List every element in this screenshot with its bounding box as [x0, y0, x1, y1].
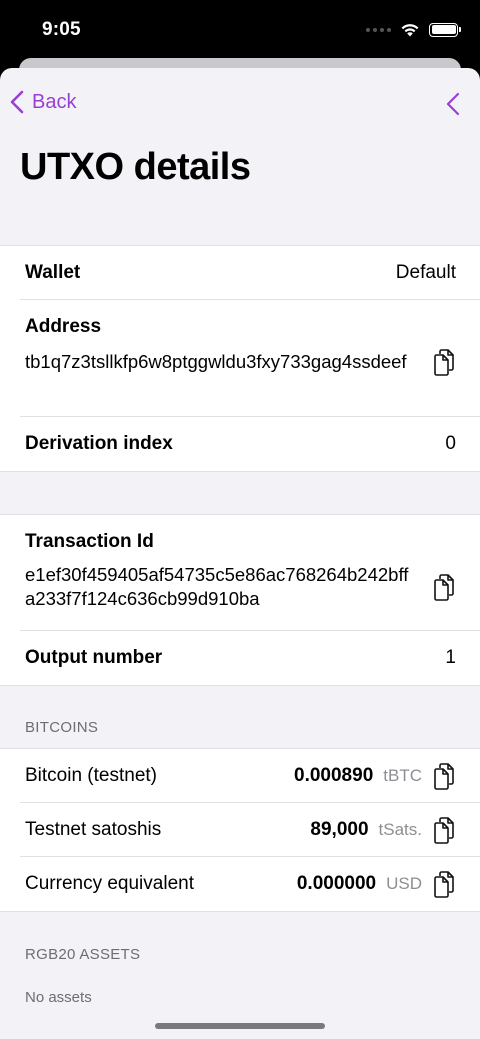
currency-unit: USD	[386, 874, 422, 893]
txid-label: Transaction Id	[25, 531, 154, 552]
back-button[interactable]: Back	[10, 90, 76, 114]
currency-label: Currency equivalent	[25, 873, 194, 894]
btc-unit: tBTC	[383, 765, 422, 785]
modal-sheet: Back UTXO details Wallet Default Address…	[0, 68, 480, 1039]
navigation-bar: Back	[0, 68, 480, 138]
page-title: UTXO details	[20, 146, 251, 188]
btc-amount: 0.000890	[294, 764, 374, 786]
wallet-row: Wallet Default	[20, 246, 480, 300]
wallet-label: Wallet	[25, 261, 81, 283]
output-row: Output number 1	[20, 631, 480, 685]
btc-label: Bitcoin (testnet)	[25, 764, 157, 786]
txid-value: e1ef30f459405af54735c5e86ac768264b242bff…	[25, 564, 409, 609]
address-label: Address	[25, 316, 102, 337]
wallet-group: Wallet Default Address tb1q7z3tsllkfp6w8…	[0, 245, 480, 472]
chevron-left-icon	[10, 90, 24, 114]
btc-amount-row: Bitcoin (testnet) 0.000890 tBTC	[20, 749, 480, 803]
sats-unit: tSats.	[378, 819, 422, 839]
transaction-group: Transaction Id e1ef30f459405af54735c5e86…	[0, 514, 480, 686]
copy-sats-icon[interactable]	[432, 816, 456, 844]
derivation-label: Derivation index	[25, 433, 173, 454]
status-bar: 9:05	[0, 0, 480, 66]
status-time: 9:05	[42, 19, 81, 40]
currency-amount-row: Currency equivalent 0.000000 USD	[20, 857, 480, 911]
wifi-icon	[401, 24, 419, 37]
copy-address-icon[interactable]	[432, 348, 456, 376]
cellular-signal-icon	[366, 27, 391, 32]
address-row: Address tb1q7z3tsllkfp6w8ptggwldu3fxy733…	[20, 300, 480, 417]
copy-btc-icon[interactable]	[432, 762, 456, 790]
battery-icon	[429, 22, 461, 37]
bitcoins-group: Bitcoin (testnet) 0.000890 tBTC Testnet …	[0, 748, 480, 912]
sats-label: Testnet satoshis	[25, 818, 162, 840]
derivation-row: Derivation index 0	[20, 417, 480, 471]
home-indicator[interactable]	[155, 1023, 325, 1029]
chevron-left-icon	[446, 92, 460, 116]
output-label: Output number	[25, 647, 163, 668]
bitcoins-section-header: BITCOINS	[25, 719, 99, 736]
copy-txid-icon[interactable]	[432, 573, 456, 601]
sats-amount: 89,000	[310, 818, 369, 840]
wallet-value: Default	[395, 261, 456, 283]
copy-currency-icon[interactable]	[432, 870, 456, 898]
back-label: Back	[32, 90, 77, 113]
currency-amount: 0.000000	[296, 873, 377, 894]
no-assets-text: No assets	[25, 989, 92, 1006]
txid-row: Transaction Id e1ef30f459405af54735c5e86…	[20, 515, 480, 631]
derivation-value: 0	[445, 433, 456, 454]
address-value: tb1q7z3tsllkfp6w8ptggwldu3fxy733gag4ssde…	[25, 351, 407, 372]
rgb20-section-header: RGB20 ASSETS	[25, 946, 141, 963]
sats-amount-row: Testnet satoshis 89,000 tSats.	[20, 803, 480, 857]
nav-chevron-button[interactable]	[446, 92, 460, 116]
status-icons	[366, 22, 461, 37]
output-value: 1	[445, 647, 456, 668]
